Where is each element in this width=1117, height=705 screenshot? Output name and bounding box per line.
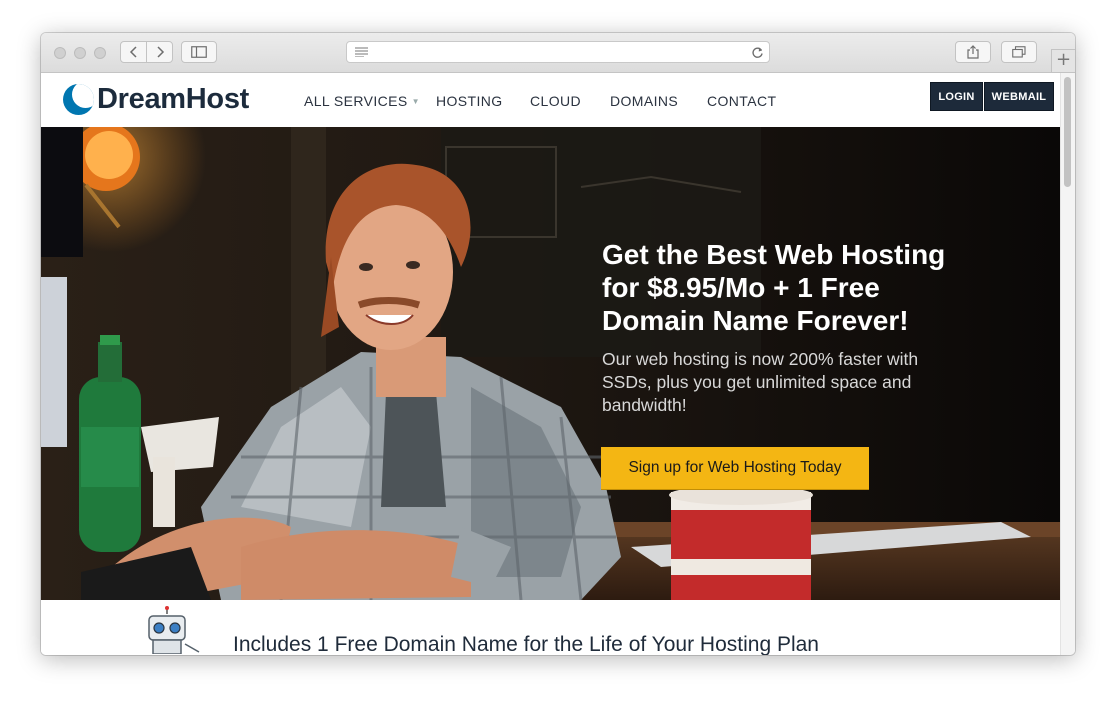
back-button[interactable] [120,41,147,63]
hero-subtitle-line: Our web hosting is now 200% faster with [602,349,919,369]
site-header: DreamHost ALL SERVICES ▼ HOSTING CLOUD DO… [41,73,1060,127]
signup-cta-button[interactable]: Sign up for Web Hosting Today [601,447,869,489]
hero-banner: Get the Best Web Hosting for $8.95/Mo + … [41,127,1060,600]
web-page: DreamHost ALL SERVICES ▼ HOSTING CLOUD DO… [41,73,1060,655]
chevron-left-icon [129,46,137,58]
new-tab-button[interactable]: + [1051,49,1075,73]
reload-icon[interactable] [751,46,764,59]
logo-text: DreamHost [97,82,250,115]
nav-cloud[interactable]: CLOUD [530,91,581,111]
chevron-right-icon [156,46,164,58]
browser-toolbar: + [41,33,1075,73]
nav-label: ALL SERVICES [304,93,408,109]
hero-subtitle: Our web hosting is now 200% faster with … [602,348,1002,417]
zoom-window-button[interactable] [94,47,106,59]
share-button[interactable] [955,41,991,63]
nav-domains[interactable]: DOMAINS [610,91,678,111]
reader-icon[interactable] [355,47,369,57]
share-icon [967,45,979,59]
forward-button[interactable] [146,41,173,63]
nav-hosting[interactable]: HOSTING [436,91,503,111]
hero-title-line: for $8.95/Mo + 1 Free [602,272,880,303]
login-button[interactable]: LOGIN [931,83,982,110]
hero-subtitle-line: SSDs, plus you get unlimited space and [602,372,912,392]
hero-title: Get the Best Web Hosting for $8.95/Mo + … [602,238,1012,337]
minimize-window-button[interactable] [74,47,86,59]
moon-logo-icon [63,83,94,115]
scrollbar-thumb[interactable] [1064,77,1071,187]
nav-contact[interactable]: CONTACT [707,91,776,111]
webmail-button[interactable]: WEBMAIL [985,83,1053,110]
address-bar[interactable] [346,41,770,63]
browser-window: + DreamHost ALL SERVICES ▼ HOSTING CLOUD … [41,33,1075,655]
nav-all-services[interactable]: ALL SERVICES ▼ [304,91,420,111]
free-domain-section: Includes 1 Free Domain Name for the Life… [41,600,1060,655]
sidebar-button[interactable] [181,41,217,63]
robot-mascot-icon [148,606,200,654]
caret-down-icon: ▼ [411,97,420,106]
hero-subtitle-line: bandwidth! [602,395,687,415]
hero-title-line: Domain Name Forever! [602,305,909,336]
dreamhost-logo[interactable]: DreamHost [63,81,249,117]
tabs-icon [1012,46,1026,58]
section-title: Includes 1 Free Domain Name for the Life… [233,633,819,655]
sidebar-icon [191,46,207,58]
show-tabs-button[interactable] [1001,41,1037,63]
hero-title-line: Get the Best Web Hosting [602,239,946,270]
close-window-button[interactable] [54,47,66,59]
plus-icon: + [1055,49,1072,70]
